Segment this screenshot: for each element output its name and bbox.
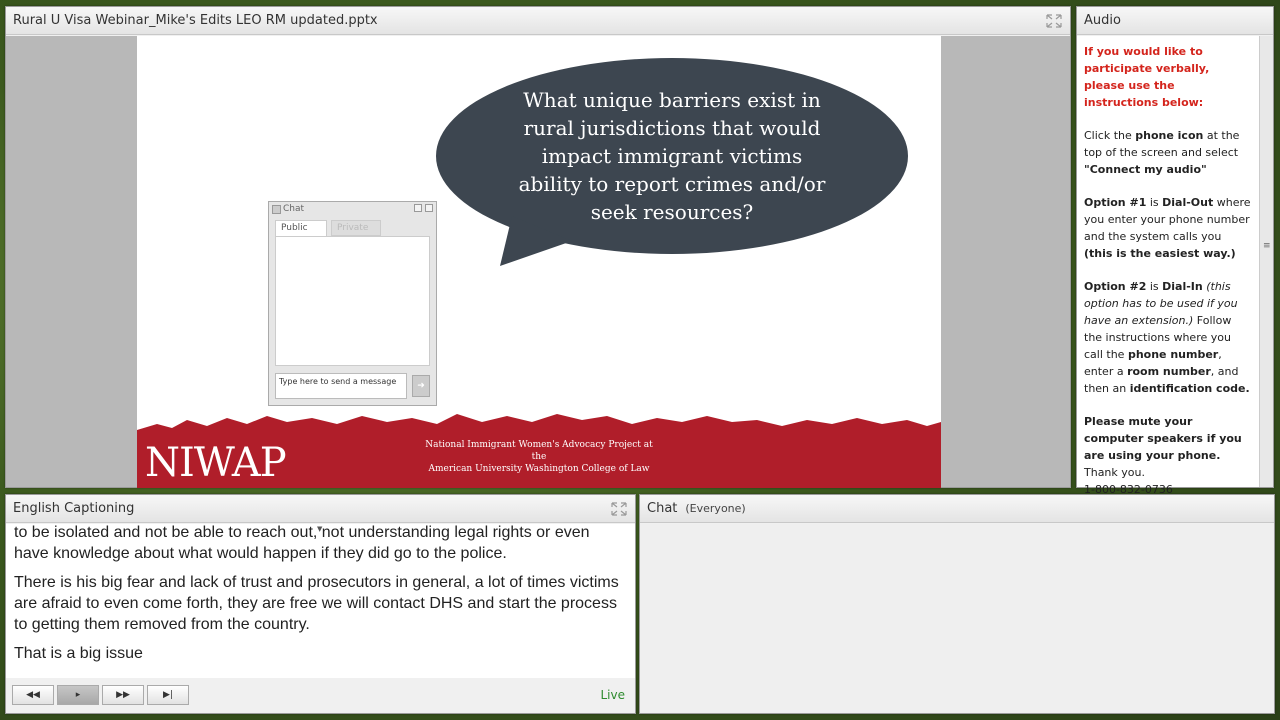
captioning-pod-header: English Captioning [6,495,635,523]
audio-pod: Audio If you would like to participate v… [1076,6,1274,496]
slide-chat-screenshot: Chat Public Private Type here to send a … [268,201,437,406]
resize-handle-icon[interactable]: ▼ [317,525,322,533]
audio-scrollbar[interactable]: ≡ [1259,36,1273,487]
audio-option-2: Option #2 is Dial-In (this option has to… [1084,280,1250,395]
fullscreen-icon[interactable] [1045,13,1063,29]
fast-forward-button[interactable]: ▶▶ [102,685,144,705]
question-line: What unique barriers exist in [523,88,821,112]
mini-chat-tabs: Public Private [269,216,436,236]
presentation-stage: What unique barriers exist in rural juri… [6,36,1070,488]
play-button[interactable]: ▸ [57,685,99,705]
audio-pod-header: Audio [1077,7,1273,35]
share-pod: Rural U Visa Webinar_Mike's Edits LEO RM… [5,6,1071,488]
fullscreen-icon[interactable] [610,501,628,517]
mini-chat-body [275,236,430,366]
caption-line: There is his big fear and lack of trust … [14,574,619,633]
chat-pod-header: Chat (Everyone) [640,495,1274,523]
audio-instructions: If you would like to participate verball… [1077,36,1259,496]
scroll-grip-icon[interactable]: ≡ [1263,241,1271,251]
chat-audience: (Everyone) [685,502,746,515]
question-line: impact immigrant victims [541,144,803,168]
mini-chat-tab-private: Private [331,220,381,236]
audio-step-connect: Click the phone icon at the top of the s… [1084,129,1240,176]
mini-chat-input: Type here to send a message [275,373,407,399]
share-pod-title: Rural U Visa Webinar_Mike's Edits LEO RM… [13,13,378,28]
chat-messages [640,524,1274,713]
audio-mute-note: Please mute your computer speakers if yo… [1084,413,1252,498]
captioning-pod-title: English Captioning [13,501,135,516]
niwap-subtitle: National Immigrant Women's Advocacy Proj… [419,439,659,475]
caption-transcript: to be isolated and not be able to reach … [6,524,635,678]
footer-line: National Immigrant Women's Advocacy Proj… [425,440,653,462]
caption-line: That is a big issue [14,645,143,662]
live-indicator[interactable]: Live [600,688,625,702]
audio-pod-title: Audio [1084,13,1121,28]
chat-pod-title: Chat [647,501,678,516]
skip-end-button[interactable]: ▶| [147,685,189,705]
mini-chat-tab-public: Public [275,220,327,236]
question-line: rural jurisdictions that would [523,116,821,140]
slide-question: What unique barriers exist in rural juri… [477,86,867,226]
share-pod-header: Rural U Visa Webinar_Mike's Edits LEO RM… [6,7,1070,35]
captioning-pod: English Captioning to be isolated and no… [5,494,636,714]
footer-line: American University Washington College o… [428,464,650,474]
chat-pod: Chat (Everyone) [639,494,1275,714]
niwap-logo: NIWAP [145,440,287,486]
mini-chat-title: Chat [269,202,436,216]
audio-option-1: Option #1 is Dial-Out where you enter yo… [1084,196,1251,260]
slide: What unique barriers exist in rural juri… [137,36,941,488]
caption-controls: ◀◀ ▸ ▶▶ ▶| Live [6,677,635,713]
question-line: seek resources? [590,200,754,224]
mini-chat-controls [414,204,433,212]
mini-chat-send-icon: ➜ [412,375,430,397]
question-line: ability to report crimes and/or [518,172,826,196]
rewind-start-button[interactable]: ◀◀ [12,685,54,705]
audio-intro: If you would like to participate verball… [1084,45,1210,109]
